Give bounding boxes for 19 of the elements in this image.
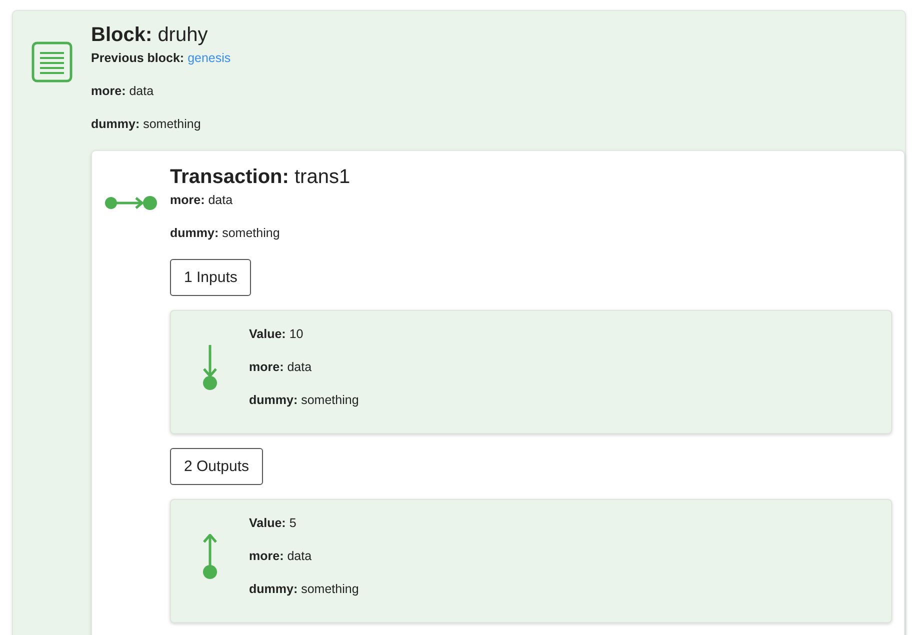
field-text: more: data <box>249 549 313 564</box>
previous-block-label: Previous block: <box>91 51 184 65</box>
block-title: Block: druhy <box>91 23 209 47</box>
toggle-button[interactable]: 2 Outputs <box>170 448 264 485</box>
document-icon <box>31 41 73 83</box>
field-text: dummy: something <box>91 117 202 132</box>
field-text: more: data <box>91 84 155 99</box>
field-text: Value: 5 <box>249 516 298 531</box>
toggle-button[interactable]: 1 Inputs <box>170 259 252 296</box>
transfer-icon <box>105 196 157 210</box>
field-text: dummy: something <box>170 226 281 241</box>
arrow-down-icon <box>202 345 218 391</box>
field-text: more: data <box>170 193 234 208</box>
field-text: more: data <box>249 360 313 375</box>
field-text: dummy: something <box>249 582 360 597</box>
field-text: dummy: something <box>249 393 360 408</box>
field-text: Value: 10 <box>249 327 304 342</box>
arrow-up-icon <box>202 534 218 580</box>
transaction-title: Transaction: trans1 <box>170 165 352 189</box>
